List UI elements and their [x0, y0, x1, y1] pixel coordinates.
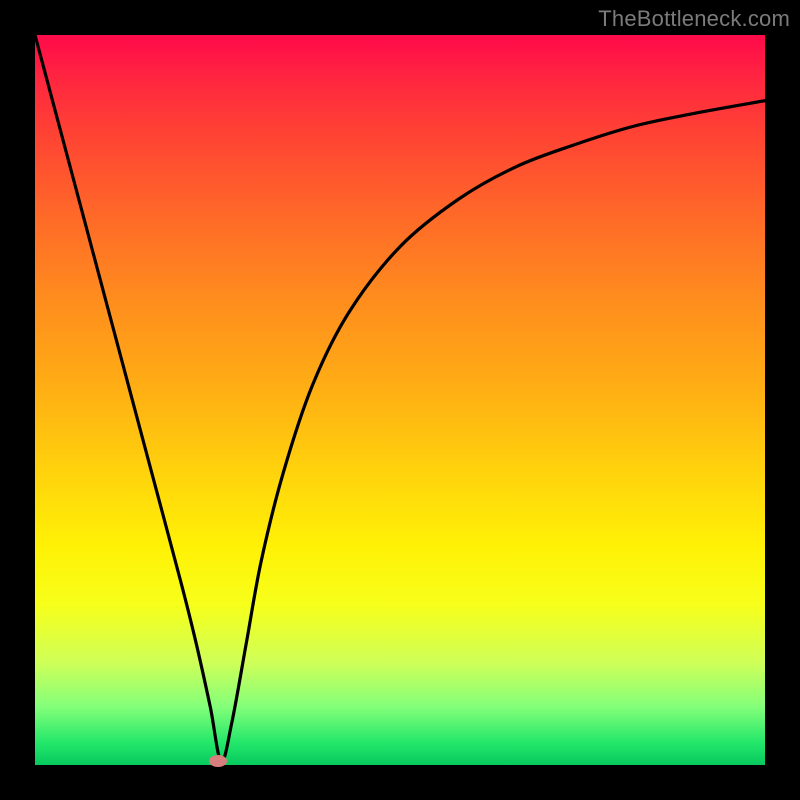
plot-area	[35, 35, 765, 765]
watermark-text: TheBottleneck.com	[598, 6, 790, 32]
curve-layer	[35, 35, 765, 765]
bottleneck-curve	[35, 35, 765, 762]
minimum-marker	[209, 755, 227, 767]
chart-frame: TheBottleneck.com	[0, 0, 800, 800]
